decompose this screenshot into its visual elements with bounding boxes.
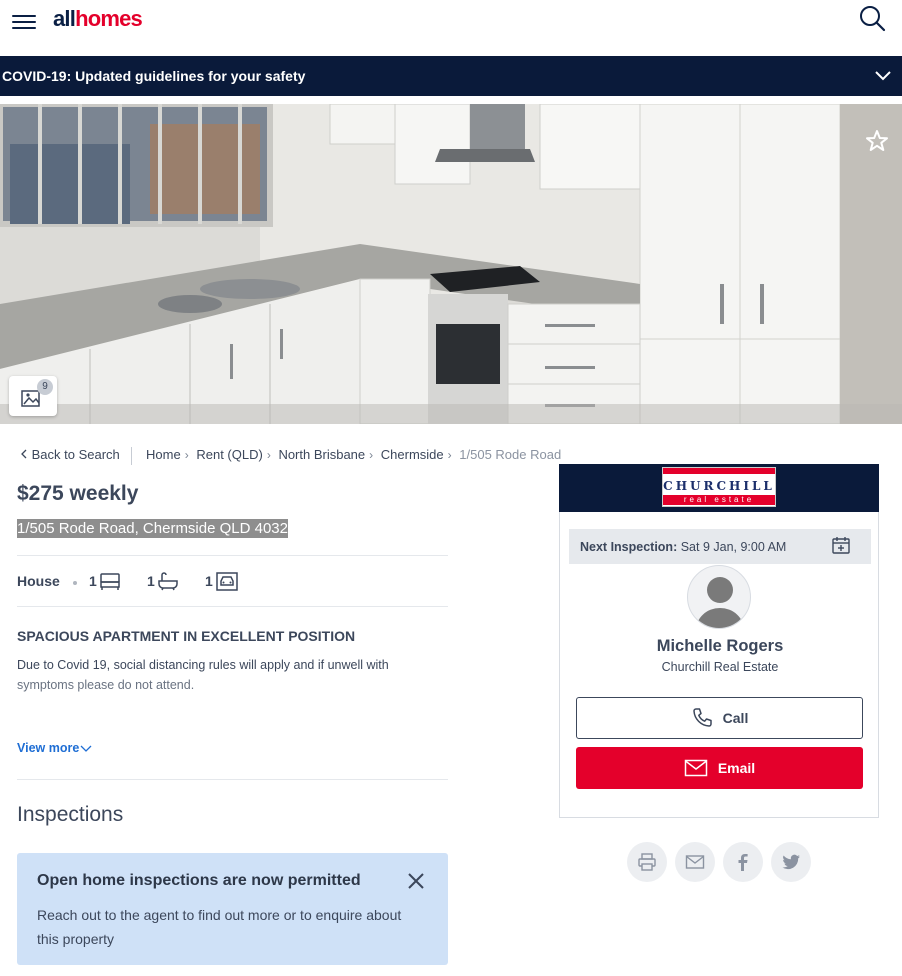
- inspection-notice: Open home inspections are now permitted …: [17, 853, 448, 965]
- gallery-button[interactable]: 9: [9, 376, 57, 416]
- mail-icon: [684, 759, 708, 777]
- listing-price: $275 weekly: [17, 482, 139, 505]
- search-icon[interactable]: [858, 4, 888, 34]
- listing-description: Due to Covid 19, social distancing rules…: [17, 658, 389, 692]
- divider: [17, 555, 448, 556]
- menu-icon[interactable]: [12, 12, 36, 30]
- agency-logo[interactable]: CHURCHILL real estate: [662, 467, 776, 507]
- covid-banner-text: COVID-19: Updated guidelines for your sa…: [2, 68, 306, 84]
- view-more-link[interactable]: View more: [17, 741, 92, 755]
- next-inspection[interactable]: Next Inspection: Sat 9 Jan, 9:00 AM: [569, 529, 871, 564]
- agent-name[interactable]: Michelle Rogers: [560, 637, 880, 656]
- call-button[interactable]: Call: [576, 697, 863, 739]
- breadcrumb: Back to Search Home › Rent (QLD) › North B…: [20, 447, 561, 465]
- divider: [17, 606, 448, 607]
- star-icon[interactable]: [864, 128, 890, 154]
- twitter-icon[interactable]: [771, 842, 811, 882]
- site-header: allhomes: [0, 0, 902, 56]
- allhomes-logo[interactable]: allhomes: [53, 6, 143, 32]
- email-button[interactable]: Email: [576, 747, 863, 789]
- chevron-left-icon: [20, 447, 28, 462]
- chevron-down-icon[interactable]: [874, 68, 892, 84]
- inspections-heading: Inspections: [17, 803, 124, 826]
- listing-headline: SPACIOUS APARTMENT IN EXCELLENT POSITION: [17, 628, 356, 644]
- calendar-add-icon[interactable]: [831, 535, 851, 555]
- breadcrumb-item-rent[interactable]: Rent (QLD): [196, 447, 262, 462]
- listing-address: 1/505 Rode Road, Chermside QLD 4032: [17, 519, 288, 538]
- facebook-icon[interactable]: [723, 842, 763, 882]
- print-icon[interactable]: [627, 842, 667, 882]
- breadcrumb-current: 1/505 Rode Road: [459, 447, 562, 463]
- chevron-down-icon: [80, 745, 92, 752]
- inspection-notice-body: Reach out to the agent to find out more …: [37, 907, 402, 947]
- back-to-search-link[interactable]: Back to Search: [32, 447, 120, 462]
- bed-icon: [100, 573, 120, 590]
- bath-icon: [158, 572, 178, 591]
- agency-name: Churchill Real Estate: [661, 660, 779, 674]
- breadcrumb-item-suburb[interactable]: Chermside: [381, 447, 444, 462]
- covid-banner[interactable]: COVID-19: Updated guidelines for your sa…: [0, 56, 902, 96]
- listing-photo[interactable]: 9: [0, 104, 902, 424]
- agent-avatar: [687, 565, 751, 629]
- car-icon: [216, 572, 238, 591]
- agency-banner[interactable]: CHURCHILL real estate: [559, 464, 879, 512]
- close-icon[interactable]: [406, 871, 426, 891]
- breadcrumb-item-home[interactable]: Home: [146, 447, 181, 462]
- inspection-notice-title: Open home inspections are now permitted: [37, 872, 361, 889]
- agent-card: Next Inspection: Sat 9 Jan, 9:00 AM Mich…: [559, 512, 879, 818]
- phone-icon: [692, 708, 712, 727]
- breadcrumb-item-region[interactable]: North Brisbane: [278, 447, 365, 462]
- property-type: House: [17, 573, 60, 589]
- mail-share-icon[interactable]: [675, 842, 715, 882]
- photo-count-badge: 9: [37, 379, 53, 395]
- divider: [17, 779, 448, 780]
